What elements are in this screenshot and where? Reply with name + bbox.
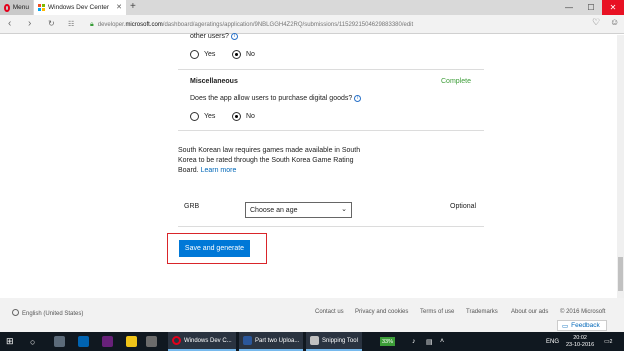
language-indicator[interactable]: ENG <box>546 332 559 351</box>
address-bar-row: ‹ › ↻ ☷ 🔒︎ developer. microsoft.com/dashb… <box>0 15 624 34</box>
notifications-icon[interactable]: ▭ 2 <box>604 332 612 351</box>
misc-yes-radio[interactable] <box>190 112 199 121</box>
prev-no-label: No <box>246 51 255 58</box>
grb-label: GRB <box>184 203 200 210</box>
tab-windows-dev-center[interactable]: Windows Dev Center ✕ <box>34 0 126 15</box>
menu-label: Menu <box>12 4 29 11</box>
volume-icon[interactable]: ♪ <box>412 332 416 351</box>
grb-optional-label: Optional <box>450 203 477 210</box>
korea-notice-line2: Korea to be rated through the South Kore… <box>178 157 354 164</box>
forward-arrow-icon[interactable]: › <box>28 18 31 29</box>
account-icon[interactable]: ☺ <box>610 17 619 27</box>
battery-indicator[interactable]: 33% <box>380 332 396 351</box>
misc-no-radio[interactable] <box>232 112 241 121</box>
browser-tab-strip: Menu Windows Dev Center ✕ + — ☐ ✕ <box>0 0 624 15</box>
clock-time: 20:02 <box>573 334 587 341</box>
unknown-app-icon[interactable] <box>146 332 157 351</box>
system-clock[interactable]: 20:02 23-10-2016 <box>566 332 594 351</box>
opera-logo-icon <box>4 3 10 12</box>
opera-logo-icon <box>172 336 181 345</box>
scissors-icon <box>310 336 319 345</box>
page-content <box>0 35 624 298</box>
taskbar-app-opera[interactable]: Windows Dev C... <box>168 332 236 351</box>
window-controls: — ☐ ✕ <box>558 0 624 15</box>
grb-select-value: Choose an age <box>250 206 298 214</box>
maximize-button[interactable]: ☐ <box>580 0 602 15</box>
save-and-generate-button[interactable]: Save and generate <box>179 240 250 257</box>
chevron-down-icon: ⌄ <box>341 206 347 213</box>
mail-app-icon[interactable] <box>54 332 65 351</box>
windows-logo-icon <box>38 4 45 11</box>
korea-notice-line3: Board. Learn more <box>178 167 237 174</box>
url-domain: microsoft.com <box>125 21 163 28</box>
page-scrollbar[interactable] <box>617 35 624 298</box>
back-arrow-icon[interactable]: ‹ <box>8 18 11 29</box>
url-path: /dashboard/ageratings/application/9NBLGG… <box>162 21 414 28</box>
globe-icon <box>12 309 19 316</box>
search-circle-icon[interactable]: ○ <box>30 332 35 351</box>
page-footer: English (United States) Contact us Priva… <box>0 298 624 332</box>
grb-age-select[interactable]: Choose an age ⌄ <box>245 202 352 218</box>
section-divider <box>178 69 484 70</box>
taskbar-app-snipping[interactable]: Snipping Tool <box>306 332 362 351</box>
prev-yes-label: Yes <box>204 51 216 58</box>
start-windows-icon[interactable]: ⊞ <box>6 332 14 351</box>
photos-app-icon[interactable] <box>78 332 89 351</box>
word-icon <box>243 336 252 345</box>
windows-taskbar: ⊞ ○ Windows Dev C... Part two Uploa... S… <box>0 332 624 351</box>
feedback-button[interactable]: ▭ Feedback <box>557 320 607 331</box>
footer-link-trademarks[interactable]: Trademarks <box>466 309 498 315</box>
network-icon[interactable]: ▤ <box>426 332 433 351</box>
section-divider <box>178 130 484 131</box>
reload-icon[interactable]: ↻ <box>48 19 55 28</box>
speed-dial-icon[interactable]: ☷ <box>68 20 74 28</box>
prev-question-text: other users? i <box>190 33 238 40</box>
footer-link-about-ads[interactable]: About our ads <box>511 309 548 315</box>
misc-heading: Miscellaneous <box>190 78 238 85</box>
misc-status-badge: Complete <box>441 78 471 85</box>
misc-question-text: Does the app allow users to purchase dig… <box>190 95 362 102</box>
opera-menu-button[interactable]: Menu <box>0 0 33 15</box>
url-prefix: developer. <box>97 21 126 28</box>
tab-close-icon[interactable]: ✕ <box>116 3 122 11</box>
notification-count: 2 <box>609 338 613 345</box>
copyright-text: © 2016 Microsoft <box>560 309 606 315</box>
tab-title: Windows Dev Center <box>48 4 110 11</box>
learn-more-link[interactable]: Learn more <box>201 167 237 174</box>
clock-date: 23-10-2016 <box>566 341 595 348</box>
prev-yes-radio[interactable] <box>190 50 199 59</box>
footer-link-terms[interactable]: Terms of use <box>420 309 454 315</box>
new-tab-button[interactable]: + <box>130 1 136 12</box>
prev-no-radio[interactable] <box>232 50 241 59</box>
url-field[interactable]: 🔒︎ developer. microsoft.com/dashboard/age… <box>90 18 590 31</box>
info-icon[interactable]: i <box>354 95 362 102</box>
misc-yes-label: Yes <box>204 113 216 120</box>
minimize-button[interactable]: — <box>558 0 580 15</box>
close-window-button[interactable]: ✕ <box>602 0 624 15</box>
chevron-up-icon[interactable]: ˄ <box>440 332 444 351</box>
visual-studio-icon[interactable] <box>102 332 113 351</box>
scrollbar-thumb[interactable] <box>618 257 623 291</box>
taskbar-app-word[interactable]: Part two Uploa... <box>239 332 304 351</box>
misc-no-label: No <box>246 113 255 120</box>
feedback-icon: ▭ <box>562 322 569 330</box>
lock-icon: 🔒︎ <box>90 20 94 28</box>
korea-notice-line1: South Korean law requires games made ava… <box>178 147 361 154</box>
locale-selector[interactable]: English (United States) <box>12 309 83 317</box>
file-explorer-icon[interactable] <box>126 332 137 351</box>
footer-link-contact[interactable]: Contact us <box>315 309 344 315</box>
footer-link-privacy[interactable]: Privacy and cookies <box>355 309 408 315</box>
section-divider <box>178 226 484 227</box>
heart-bookmark-icon[interactable]: ♡ <box>592 17 600 28</box>
info-icon[interactable]: i <box>230 33 238 40</box>
